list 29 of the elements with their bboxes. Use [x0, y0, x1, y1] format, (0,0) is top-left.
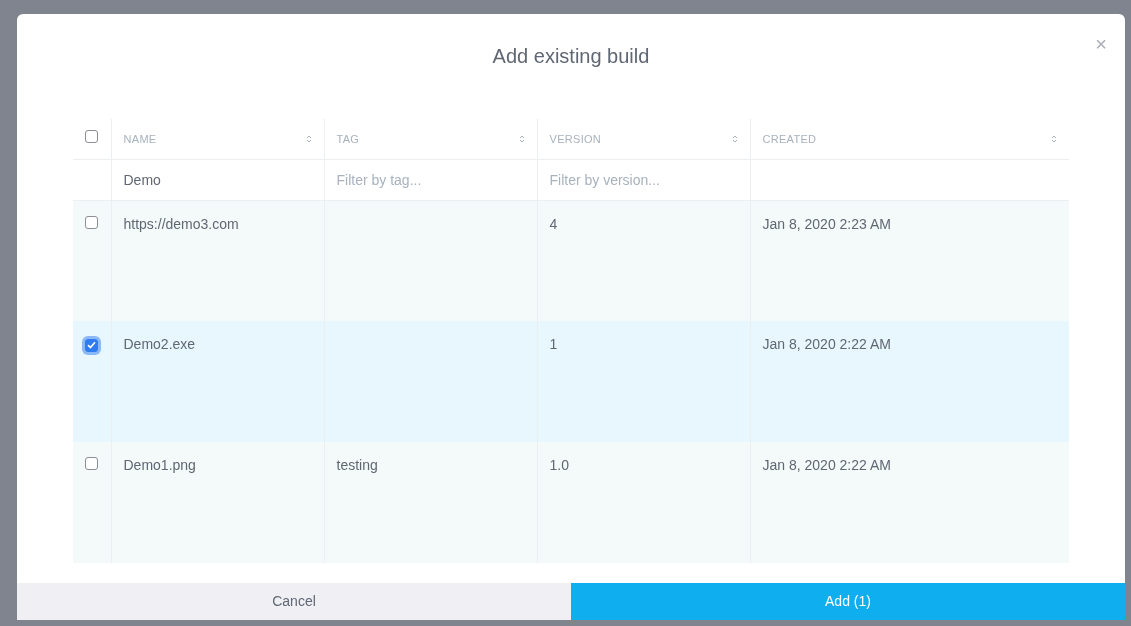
column-header[interactable]: CREATED [762, 130, 817, 147]
table-cell: 4 [549, 215, 558, 232]
table-cell: testing [336, 457, 378, 473]
sort-icon[interactable] [731, 133, 738, 144]
checkbox[interactable] [85, 338, 98, 352]
cancel-button[interactable]: Cancel [17, 583, 571, 620]
filter-field[interactable]: Filter by tag... [324, 159, 537, 200]
table-cell: Jan 8, 2020 2:22 AM [762, 336, 891, 352]
sort-icon[interactable] [518, 133, 525, 144]
column-header[interactable]: VERSION [549, 130, 602, 147]
table-cell: 1.0 [549, 457, 569, 473]
table-cell: Demo2.exe [123, 336, 196, 352]
close-button[interactable]: × [1093, 32, 1109, 56]
table-cell: Jan 8, 2020 2:23 AM [762, 215, 891, 232]
sort-icon[interactable] [1051, 133, 1057, 144]
column-header[interactable]: NAME [123, 130, 157, 147]
column-header[interactable]: TAG [336, 130, 360, 147]
table-cell: https://demo3.com [123, 215, 239, 232]
sort-icon[interactable] [305, 133, 312, 144]
table-cell: Demo1.png [123, 457, 196, 473]
checkbox[interactable] [85, 457, 98, 470]
table-cell: 1 [549, 336, 558, 352]
table-cell: Jan 8, 2020 2:22 AM [762, 457, 891, 473]
filter-field[interactable]: Demo [111, 159, 324, 200]
checkbox[interactable] [85, 215, 98, 229]
dialog-title: Add existing build [492, 44, 650, 69]
add-button[interactable]: Add (1) [571, 583, 1125, 620]
checkbox[interactable] [85, 130, 98, 143]
filter-field[interactable]: Filter by version... [537, 159, 750, 200]
